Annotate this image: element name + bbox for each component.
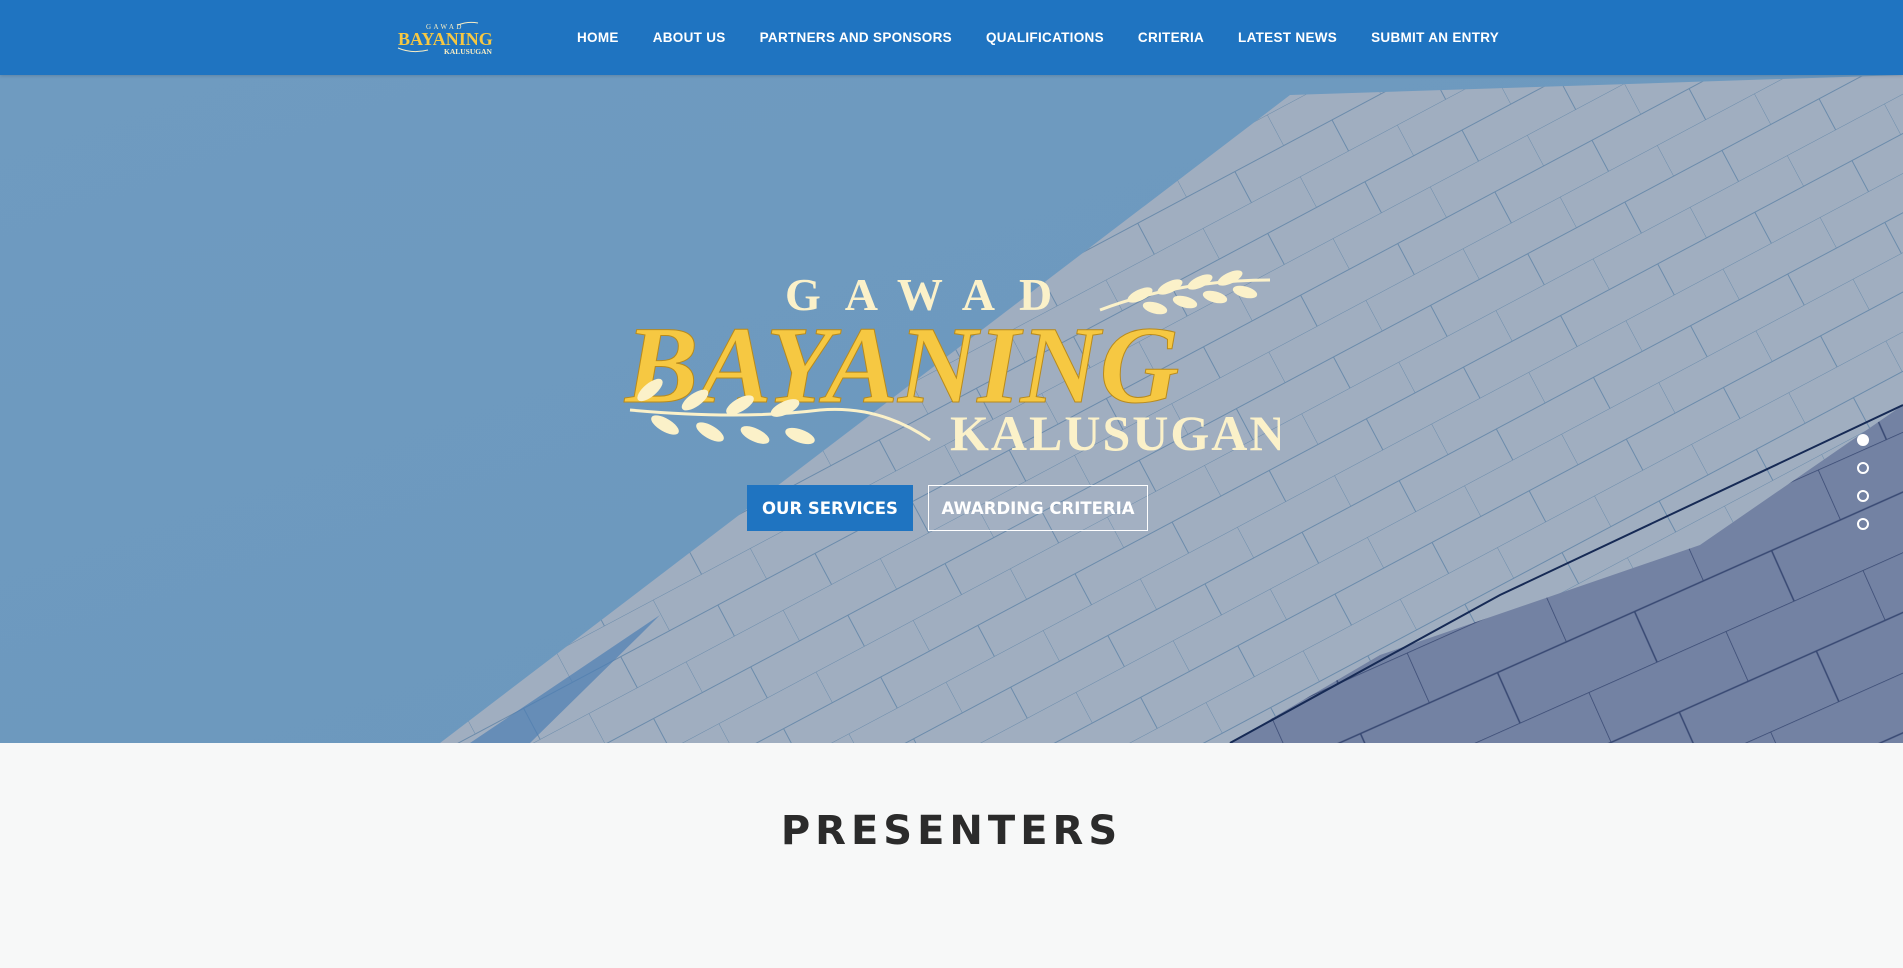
top-navbar: GAWAD BAYANING KALUSUGAN HOME ABOUT US P… — [0, 0, 1903, 75]
our-services-button[interactable]: OUR SERVICES — [747, 485, 913, 531]
nav-home[interactable]: HOME — [560, 30, 636, 45]
hero-slider: GAWAD BAYANING KALUSUGAN OUR SERVICES AW… — [0, 75, 1903, 743]
nav-submit-an-entry[interactable]: SUBMIT AN ENTRY — [1354, 30, 1516, 45]
slide-dot-1[interactable] — [1857, 434, 1869, 446]
svg-text:BAYANING: BAYANING — [398, 29, 493, 49]
slider-pagination — [1857, 434, 1871, 546]
svg-text:KALUSUGAN: KALUSUGAN — [950, 405, 1280, 460]
awarding-criteria-button[interactable]: AWARDING CRITERIA — [928, 485, 1148, 531]
nav-about-us[interactable]: ABOUT US — [636, 30, 743, 45]
main-nav: HOME ABOUT US PARTNERS AND SPONSORS QUAL… — [560, 0, 1516, 75]
presenters-heading: PRESENTERS — [780, 808, 1123, 854]
nav-latest-news[interactable]: LATEST NEWS — [1221, 30, 1354, 45]
brand-logo[interactable]: GAWAD BAYANING KALUSUGAN — [396, 20, 498, 56]
slide-dot-2[interactable] — [1857, 462, 1869, 474]
svg-text:KALUSUGAN: KALUSUGAN — [444, 47, 493, 56]
nav-qualifications[interactable]: QUALIFICATIONS — [969, 30, 1121, 45]
slide-dot-3[interactable] — [1857, 490, 1869, 502]
hero-logo: GAWAD BAYANING KALUSUGAN — [623, 269, 1281, 460]
nav-criteria[interactable]: CRITERIA — [1121, 30, 1221, 45]
slide-dot-4[interactable] — [1857, 518, 1869, 530]
nav-partners-and-sponsors[interactable]: PARTNERS AND SPONSORS — [743, 30, 969, 45]
